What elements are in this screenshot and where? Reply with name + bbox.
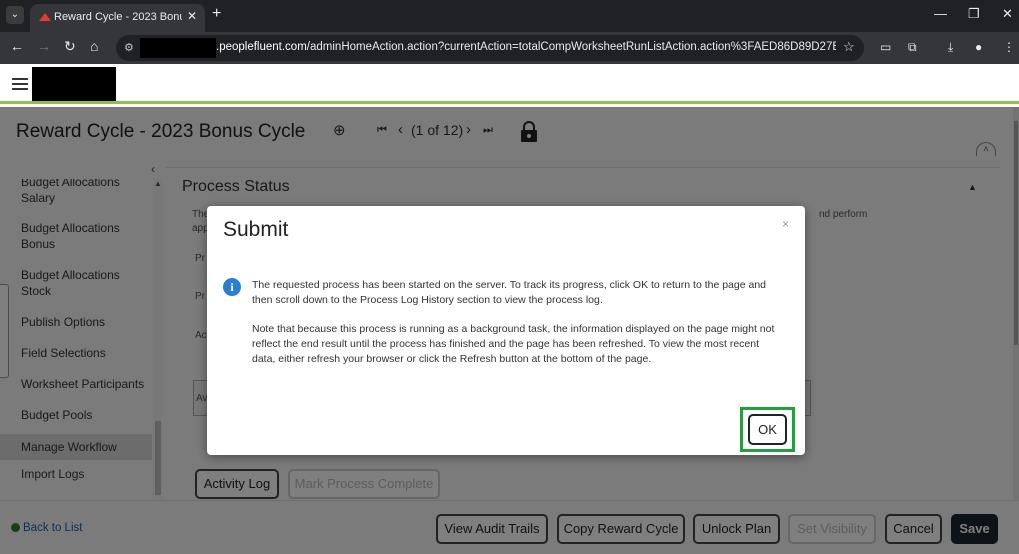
url-text[interactable]: .peoplefluent.com/adminHomeAction.action… xyxy=(216,41,836,53)
app-header xyxy=(0,64,1019,104)
window-close-icon[interactable]: ✕ xyxy=(1002,6,1013,22)
browser-tab[interactable]: Reward Cycle - 2023 Bonus Cycle ✕ xyxy=(30,4,205,32)
info-icon: i xyxy=(223,278,241,296)
new-tab-icon[interactable]: + xyxy=(212,5,221,23)
tab-search-chevron-icon[interactable]: ⌄ xyxy=(6,6,24,24)
url-domain: .peoplefluent.com xyxy=(216,41,307,53)
dialog-message-1: The requested process has been started o… xyxy=(252,279,767,306)
tab-title: Reward Cycle - 2023 Bonus Cycle xyxy=(54,11,182,23)
restore-icon[interactable]: ❐ xyxy=(968,6,980,22)
home-icon[interactable]: ⌂ xyxy=(90,38,98,54)
redacted-subdomain xyxy=(140,38,216,58)
back-arrow-icon[interactable]: ← xyxy=(10,38,24,54)
profile-icon[interactable]: ● xyxy=(975,40,989,54)
submit-dialog: Submit × i The requested process has bee… xyxy=(207,206,805,455)
address-bar[interactable]: ⚙ .peoplefluent.com/adminHomeAction.acti… xyxy=(116,35,864,61)
dialog-title: Submit xyxy=(223,218,289,241)
dialog-close-icon[interactable]: × xyxy=(782,217,789,231)
ok-button[interactable]: OK xyxy=(748,414,787,445)
url-path: /adminHomeAction.action?currentAction=to… xyxy=(306,41,836,53)
browser-toolbar: ← → ↻ ⌂ ⚙ .peoplefluent.com/adminHomeAct… xyxy=(0,32,1019,64)
redacted-logo xyxy=(32,67,116,101)
screen: ⌄ Reward Cycle - 2023 Bonus Cycle ✕ + — … xyxy=(0,0,1019,554)
browser-tab-bar: ⌄ Reward Cycle - 2023 Bonus Cycle ✕ + — … xyxy=(0,0,1019,32)
browser-menu-icon[interactable]: ⋮ xyxy=(1003,40,1017,54)
download-icon[interactable]: ⤓ xyxy=(948,40,962,54)
extensions-icon[interactable]: ⧉ xyxy=(908,40,922,54)
tab-close-icon[interactable]: ✕ xyxy=(187,9,197,23)
forward-arrow-icon[interactable]: → xyxy=(37,38,51,54)
dialog-message-2: Note that because this process is runnin… xyxy=(252,323,775,365)
minimize-icon[interactable]: — xyxy=(934,6,947,21)
cast-icon[interactable]: ▭ xyxy=(880,40,894,54)
site-settings-icon[interactable]: ⚙ xyxy=(124,41,134,54)
bookmark-star-icon[interactable]: ☆ xyxy=(843,39,855,55)
reload-icon[interactable]: ↻ xyxy=(64,38,76,55)
ok-highlight-box: OK xyxy=(740,407,795,452)
favicon-icon xyxy=(39,13,51,21)
hamburger-menu-icon[interactable] xyxy=(12,78,28,90)
